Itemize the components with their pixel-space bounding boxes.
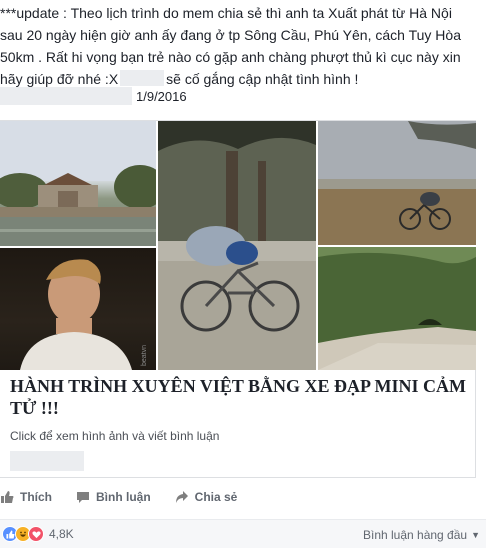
love-icon[interactable] [28,526,44,542]
post-date[interactable]: 1/9/2016 [136,89,187,104]
redacted-source [10,451,84,471]
link-card-title[interactable]: HÀNH TRÌNH XUYÊN VIỆT BẰNG XE ĐẠP MINI C… [10,375,470,419]
share-icon [175,491,188,503]
photo-citadel[interactable] [0,121,156,246]
share-button[interactable]: Chia sẻ [175,490,238,504]
comment-button[interactable]: Bình luận [76,490,151,504]
share-label: Chia sẻ [194,490,238,504]
redacted-name [120,70,165,86]
comment-sort-label: Bình luận hàng đầu [362,528,468,542]
post-line-4-start: hãy giúp đỡ nhé :X [0,71,119,87]
post-meta: 1/9/2016 [0,86,187,106]
photo-watermark: beatvn [141,345,148,366]
like-button[interactable]: Thích [0,490,52,504]
chevron-down-icon: ▼ [471,530,480,540]
photo-mountain-road[interactable] [318,247,476,370]
photo-traveler-portrait[interactable]: beatvn [0,248,156,370]
post-line-1: ***update : Theo lịch trình do mem chia … [0,5,452,21]
photo-beach[interactable] [318,121,476,245]
photo-collage[interactable]: beatvn [0,121,476,370]
post-line-3: 50km . Rất hi vọng bạn trẻ nào có gặp an… [0,49,461,65]
reaction-count[interactable]: 4,8K [49,527,74,541]
link-card-subtitle[interactable]: Click để xem hình ảnh và viết bình luận [10,429,219,443]
post-line-4-end: sẽ cố gắng cập nhật tình hình ! [166,71,359,87]
comment-icon [77,492,89,503]
reactions-bar: 4,8K Bình luận hàng đầu ▼ [0,519,486,548]
link-card[interactable]: beatvn HÀNH TRÌNH XUYÊN VIỆT BẰNG XE ĐẠP… [0,120,476,478]
post-message: ***update : Theo lịch trình do mem chia … [0,2,486,90]
photo-bicycle[interactable] [158,121,316,370]
redacted-author [0,87,132,105]
like-label: Thích [20,490,52,504]
comment-label: Bình luận [96,490,151,504]
comment-sort-dropdown[interactable]: Bình luận hàng đầu ▼ [363,528,480,542]
post-actions: Thích Bình luận Chia sẻ [0,490,261,504]
thumbs-up-icon [1,491,14,503]
reaction-icons[interactable] [2,526,44,542]
post-line-2: sau 20 ngày hiện giờ anh ấy đang ở tp Sô… [0,27,461,43]
